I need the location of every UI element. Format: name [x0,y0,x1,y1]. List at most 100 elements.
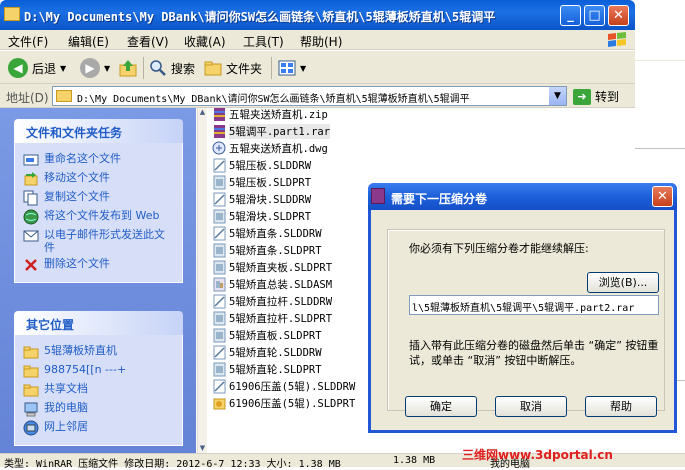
file-name: 5辊矫直板.SLDPRT [229,330,322,342]
computer-icon [24,402,38,417]
sldprt-file-icon [213,362,226,377]
file-item[interactable]: 5辊矫直总装.SLDASM [212,276,332,293]
rename-icon [23,154,39,166]
file-item[interactable]: 5辊调平.part1.rar [212,123,331,140]
volume-path-field[interactable]: l\5辊薄板矫直机\5辊调平\5辊调平.part2.rar [409,295,659,315]
sldprt-yellow-file-icon [213,398,226,410]
file-item[interactable]: 5辊滑块.SLDDRW [212,191,311,208]
dropdown-arrow-icon[interactable]: ▼ [104,64,110,73]
task-link-3[interactable]: 将这个文件发布到 Web [23,209,174,225]
file-item[interactable]: 5辊矫直条.SLDDRW [212,225,322,242]
slddrw-file-icon [213,345,226,360]
help-button[interactable]: 帮助 [585,396,657,417]
up-folder-button[interactable] [118,57,138,79]
views-button[interactable]: ▼ [278,57,306,79]
forward-button[interactable]: ▶ ▼ [80,57,110,79]
file-item[interactable]: 5辊压板.SLDPRT [212,174,311,191]
menu-view[interactable]: 查看(V) [127,33,169,50]
file-item[interactable]: 5辊滑块.SLDPRT [212,208,311,225]
minimize-button[interactable]: _ [560,5,581,26]
dropdown-arrow-icon[interactable]: ▼ [60,64,66,73]
other-places-title[interactable]: 其它位置 [14,311,183,335]
place-link-0[interactable]: 5辊薄板矫直机 [23,344,174,360]
task-link-label: 复制这个文件 [44,190,110,203]
cancel-button[interactable]: 取消 [495,396,567,417]
menu-tools[interactable]: 工具(T) [243,33,284,50]
task-link-4[interactable]: 以电子邮件形式发送此文件 [23,228,174,254]
go-arrow-icon: ➜ [573,88,591,105]
file-item[interactable]: 61906压盖(5辊).SLDPRT [212,395,355,412]
dialog-message: 你必须有下列压缩分卷才能继续解压: [409,242,589,255]
place-link-4[interactable]: 网上邻居 [23,420,174,436]
file-name: 5辊矫直拉杆.SLDPRT [229,313,333,325]
folder-icon [23,365,39,378]
address-bar: 地址(D) D:\My Documents\My DBank\请问你SW怎么画链… [0,84,635,108]
menu-bar: 文件(F) 编辑(E) 查看(V) 收藏(A) 工具(T) 帮助(H) [0,30,635,50]
file-name: 5辊矫直轮.SLDPRT [229,364,322,376]
back-button[interactable]: ◀ 后退 ▼ [8,57,66,79]
file-name: 5辊矫直轮.SLDDRW [229,347,322,359]
task-link-0[interactable]: 重命名这个文件 [23,152,174,168]
menu-favorites[interactable]: 收藏(A) [184,33,226,50]
move-icon [24,172,38,186]
file-item[interactable]: 5辊矫直板.SLDPRT [212,327,322,344]
file-item[interactable]: 5辊压板.SLDDRW [212,157,311,174]
file-item[interactable]: 五辊夹送矫直机.zip [212,106,328,123]
network-icon [23,420,39,436]
ok-button[interactable]: 确定 [405,396,477,417]
winrar-file-icon [214,125,225,138]
task-link-2[interactable]: 复制这个文件 [23,190,174,206]
slddrw-file-icon [213,158,226,173]
place-link-label: 网上邻居 [44,420,88,433]
address-value: D:\My Documents\My DBank\请问你SW怎么画链条\矫直机\… [77,94,470,105]
file-name: 五辊夹送矫直机.dwg [229,143,328,155]
file-name: 61906压盖(5辊).SLDDRW [229,381,356,393]
slddrw-file-icon [213,226,226,241]
sldprt-file-icon [213,243,226,258]
file-tasks-panel: 文件和文件夹任务 重命名这个文件移动这个文件复制这个文件将这个文件发布到 Web… [14,119,183,283]
address-dropdown-icon[interactable]: ▼ [549,87,566,105]
place-link-label: 共享文档 [44,382,88,395]
folders-button[interactable]: 文件夹 [204,57,262,79]
place-link-2[interactable]: 共享文档 [23,382,174,398]
maximize-button[interactable]: □ [584,5,605,26]
task-link-5[interactable]: 删除这个文件 [23,257,174,273]
search-button[interactable]: 搜索 [149,57,195,79]
vertical-scrollbar[interactable]: ▲ ▼ [197,108,207,453]
task-link-1[interactable]: 移动这个文件 [23,171,174,187]
window-title: D:\My Documents\My DBank\请问你SW怎么画链条\矫直机\… [24,10,496,24]
window-titlebar[interactable]: D:\My Documents\My DBank\请问你SW怎么画链条\矫直机\… [0,0,635,30]
file-tasks-title[interactable]: 文件和文件夹任务 [14,119,183,143]
file-item[interactable]: 5辊矫直轮.SLDPRT [212,361,322,378]
place-link-3[interactable]: 我的电脑 [23,401,174,417]
file-name: 5辊压板.SLDDRW [229,160,312,172]
go-button[interactable]: ➜ 转到 [573,88,619,105]
dialog-close-button[interactable]: ✕ [652,186,673,207]
task-link-label: 删除这个文件 [44,257,110,270]
menu-file[interactable]: 文件(F) [8,33,48,50]
file-item[interactable]: 61906压盖(5辊).SLDDRW [212,378,355,395]
file-item[interactable]: 五辊夹送矫直机.dwg [212,140,328,157]
winrar-file-icon [214,108,225,121]
file-item[interactable]: 5辊矫直拉杆.SLDDRW [212,293,332,310]
dropdown-arrow-icon[interactable]: ▼ [300,64,306,73]
file-item[interactable]: 5辊矫直拉杆.SLDPRT [212,310,332,327]
menu-help[interactable]: 帮助(H) [300,33,342,50]
back-label: 后退 [32,61,57,76]
close-button[interactable]: ✕ [608,5,629,26]
file-item[interactable]: 5辊矫直条.SLDPRT [212,242,322,259]
address-input[interactable]: D:\My Documents\My DBank\请问你SW怎么画链条\矫直机\… [52,86,567,106]
task-link-label: 重命名这个文件 [44,152,121,165]
file-name: 5辊滑块.SLDDRW [229,194,312,206]
copy-icon [23,190,38,206]
file-name: 61906压盖(5辊).SLDPRT [229,398,356,410]
dialog-titlebar[interactable]: 需要下一压缩分卷 ✕ [368,183,677,210]
file-item[interactable]: 5辊矫直夹板.SLDPRT [212,259,332,276]
watermark: 三维网www.3dportal.cn [462,448,613,462]
place-link-1[interactable]: 988754[[n ---+ [23,363,174,379]
file-item[interactable]: 5辊矫直轮.SLDDRW [212,344,322,361]
menu-edit[interactable]: 编辑(E) [68,33,109,50]
folder-icon [23,346,39,359]
dialog-group [387,229,665,411]
browse-button[interactable]: 浏览(B)... [587,272,659,293]
